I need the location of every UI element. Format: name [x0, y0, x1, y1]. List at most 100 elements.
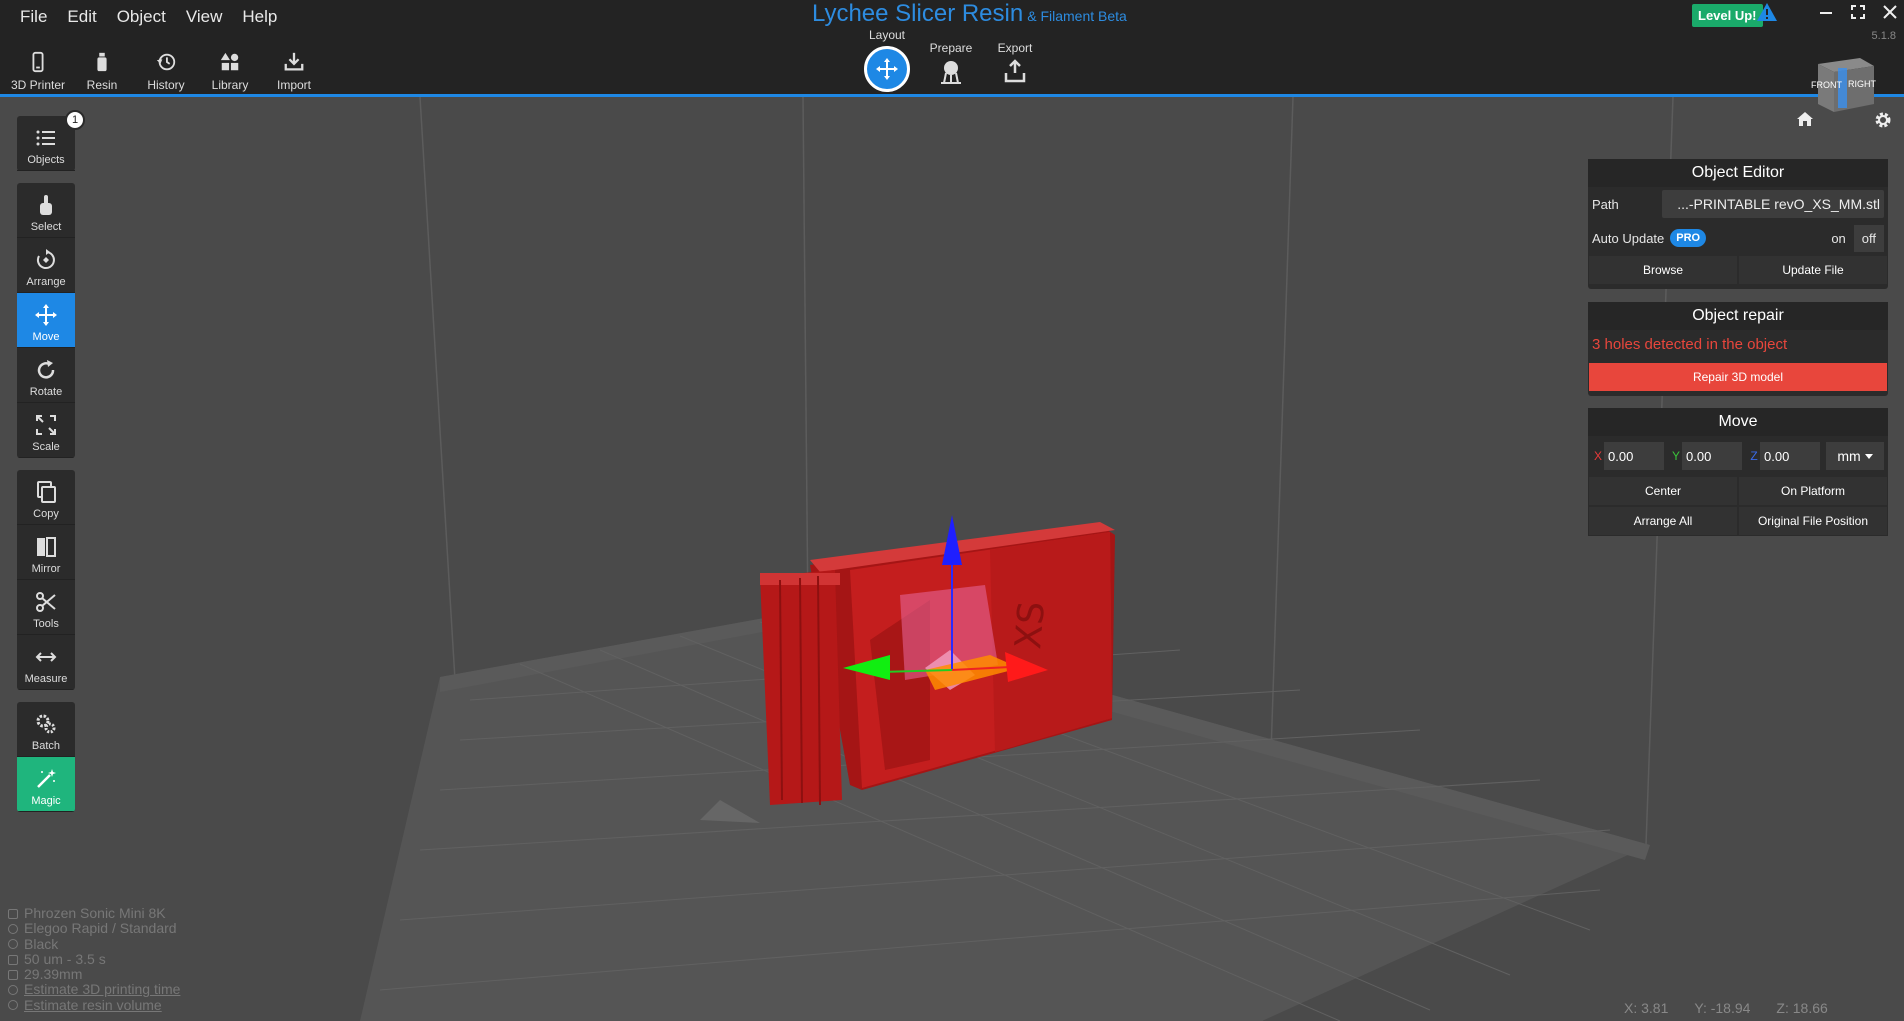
- copy-label: Copy: [33, 508, 59, 520]
- print-info: Phrozen Sonic Mini 8K Elegoo Rapid / Sta…: [8, 905, 180, 1013]
- resin-bottle-icon: [97, 52, 107, 72]
- magic-label: Magic: [31, 795, 61, 807]
- path-row: Path ...-PRINTABLE revO_XS_MM.stl: [1588, 187, 1888, 221]
- menu-bar: File Edit Object View Help: [10, 4, 287, 30]
- select-label: Select: [30, 221, 62, 233]
- step-layout[interactable]: Layout: [858, 28, 916, 92]
- history-button[interactable]: History: [134, 44, 198, 92]
- printer-button[interactable]: 3D Printer: [6, 44, 70, 92]
- arrange-all-button[interactable]: Arrange All: [1588, 506, 1738, 536]
- select-button[interactable]: Select: [17, 183, 75, 238]
- object-editor-panel: Object Editor Path ...-PRINTABLE revO_XS…: [1588, 159, 1888, 289]
- auto-update-off[interactable]: off: [1853, 224, 1884, 252]
- app-title-sub: & Filament Beta: [1027, 8, 1127, 24]
- path-label: Path: [1592, 196, 1619, 212]
- close-icon[interactable]: [1882, 4, 1898, 20]
- cube-right-label: RIGHT: [1848, 79, 1877, 89]
- scale-button[interactable]: Scale: [17, 403, 75, 458]
- estimate-time-link[interactable]: Estimate 3D printing time: [24, 982, 180, 998]
- menu-help[interactable]: Help: [232, 4, 287, 30]
- svg-text:XS: XS: [1008, 600, 1053, 651]
- app-title-main: Lychee Slicer Resin: [812, 0, 1024, 27]
- tools-label: Tools: [33, 618, 59, 630]
- import-label: Import: [276, 78, 311, 92]
- move-button[interactable]: Move: [17, 293, 75, 348]
- move-coords-row: X Y Z mm: [1588, 436, 1888, 476]
- menu-view[interactable]: View: [176, 4, 233, 30]
- clock-icon: [8, 985, 18, 996]
- library-shapes-icon: [220, 52, 239, 71]
- batch-button[interactable]: Batch: [17, 702, 75, 757]
- repair-model-button[interactable]: Repair 3D model: [1589, 363, 1887, 391]
- y-axis-label: Y: [1671, 449, 1680, 463]
- import-icon: [284, 52, 304, 71]
- resin-button[interactable]: Resin: [70, 44, 134, 92]
- menu-object[interactable]: Object: [107, 4, 176, 30]
- cursor-y: Y: -18.94: [1694, 1000, 1751, 1016]
- z-axis-label: Z: [1750, 449, 1758, 463]
- history-icon: [156, 53, 176, 71]
- auto-update-toggle: on off: [1823, 224, 1884, 252]
- volume-icon: [8, 1000, 18, 1011]
- path-field[interactable]: ...-PRINTABLE revO_XS_MM.stl: [1662, 190, 1884, 218]
- estimate-volume-link[interactable]: Estimate resin volume: [24, 997, 162, 1013]
- step-export[interactable]: Export: [986, 41, 1044, 85]
- auto-update-on[interactable]: on: [1823, 225, 1853, 252]
- layers-icon: [8, 954, 18, 965]
- magic-button[interactable]: Magic: [17, 757, 75, 812]
- mirror-label: Mirror: [31, 563, 61, 575]
- cursor-coordinates: X: 3.81 Y: -18.94 Z: 18.66: [1624, 1000, 1828, 1016]
- import-button[interactable]: Import: [262, 44, 326, 92]
- y-coord: Y: [1670, 442, 1742, 470]
- library-button[interactable]: Library: [198, 44, 262, 92]
- browse-button[interactable]: Browse: [1588, 255, 1738, 285]
- x-coord: X: [1592, 442, 1664, 470]
- tools-button[interactable]: Tools: [17, 580, 75, 635]
- unit-select[interactable]: mm: [1826, 442, 1884, 470]
- objects-group: Objects 1: [17, 110, 85, 171]
- menu-file[interactable]: File: [10, 4, 57, 30]
- on-platform-button[interactable]: On Platform: [1738, 476, 1888, 506]
- pointer-hand-icon: [40, 195, 52, 215]
- mirror-icon: [37, 537, 56, 557]
- x-input[interactable]: [1604, 442, 1664, 470]
- update-file-button[interactable]: Update File: [1738, 255, 1888, 285]
- arrange-button[interactable]: Arrange: [17, 238, 75, 293]
- warning-icon[interactable]: [1756, 2, 1778, 22]
- printer-name: Phrozen Sonic Mini 8K: [24, 905, 166, 921]
- move-panel-title: Move: [1588, 408, 1888, 436]
- scale-label: Scale: [32, 441, 60, 453]
- objects-button[interactable]: Objects 1: [17, 110, 85, 171]
- automation-group: Batch Magic: [17, 702, 75, 812]
- copy-button[interactable]: Copy: [17, 470, 75, 525]
- z-input[interactable]: [1760, 442, 1820, 470]
- cursor-z: Z: 18.66: [1776, 1000, 1828, 1016]
- repair-message: 3 holes detected in the object: [1592, 336, 1788, 353]
- unit-value: mm: [1837, 448, 1861, 464]
- step-layout-label: Layout: [868, 28, 906, 42]
- object-repair-title: Object repair: [1588, 302, 1888, 330]
- editor-actions: Browse Update File: [1588, 255, 1888, 285]
- auto-update-row: Auto Update PRO on off: [1588, 221, 1888, 255]
- resin-icon: [8, 923, 18, 934]
- measure-label: Measure: [24, 673, 68, 685]
- rotate-button[interactable]: Rotate: [17, 348, 75, 403]
- step-export-label: Export: [997, 41, 1033, 55]
- gear-icon[interactable]: [1874, 111, 1892, 129]
- maximize-icon[interactable]: [1850, 4, 1866, 20]
- home-icon[interactable]: [1796, 111, 1814, 127]
- y-input[interactable]: [1682, 442, 1742, 470]
- scale-icon: [36, 415, 56, 435]
- step-prepare[interactable]: Prepare: [922, 41, 980, 85]
- menu-edit[interactable]: Edit: [57, 4, 106, 30]
- minimize-icon[interactable]: [1818, 4, 1834, 20]
- measure-button[interactable]: Measure: [17, 635, 75, 690]
- view-cube[interactable]: FRONT RIGHT: [1808, 54, 1880, 116]
- mirror-button[interactable]: Mirror: [17, 525, 75, 580]
- objects-label: Objects: [27, 154, 65, 166]
- cursor-x: X: 3.81: [1624, 1000, 1669, 1016]
- level-up-button[interactable]: Level Up!: [1692, 4, 1763, 27]
- history-label: History: [147, 78, 185, 92]
- center-button[interactable]: Center: [1588, 476, 1738, 506]
- original-position-button[interactable]: Original File Position: [1738, 506, 1888, 536]
